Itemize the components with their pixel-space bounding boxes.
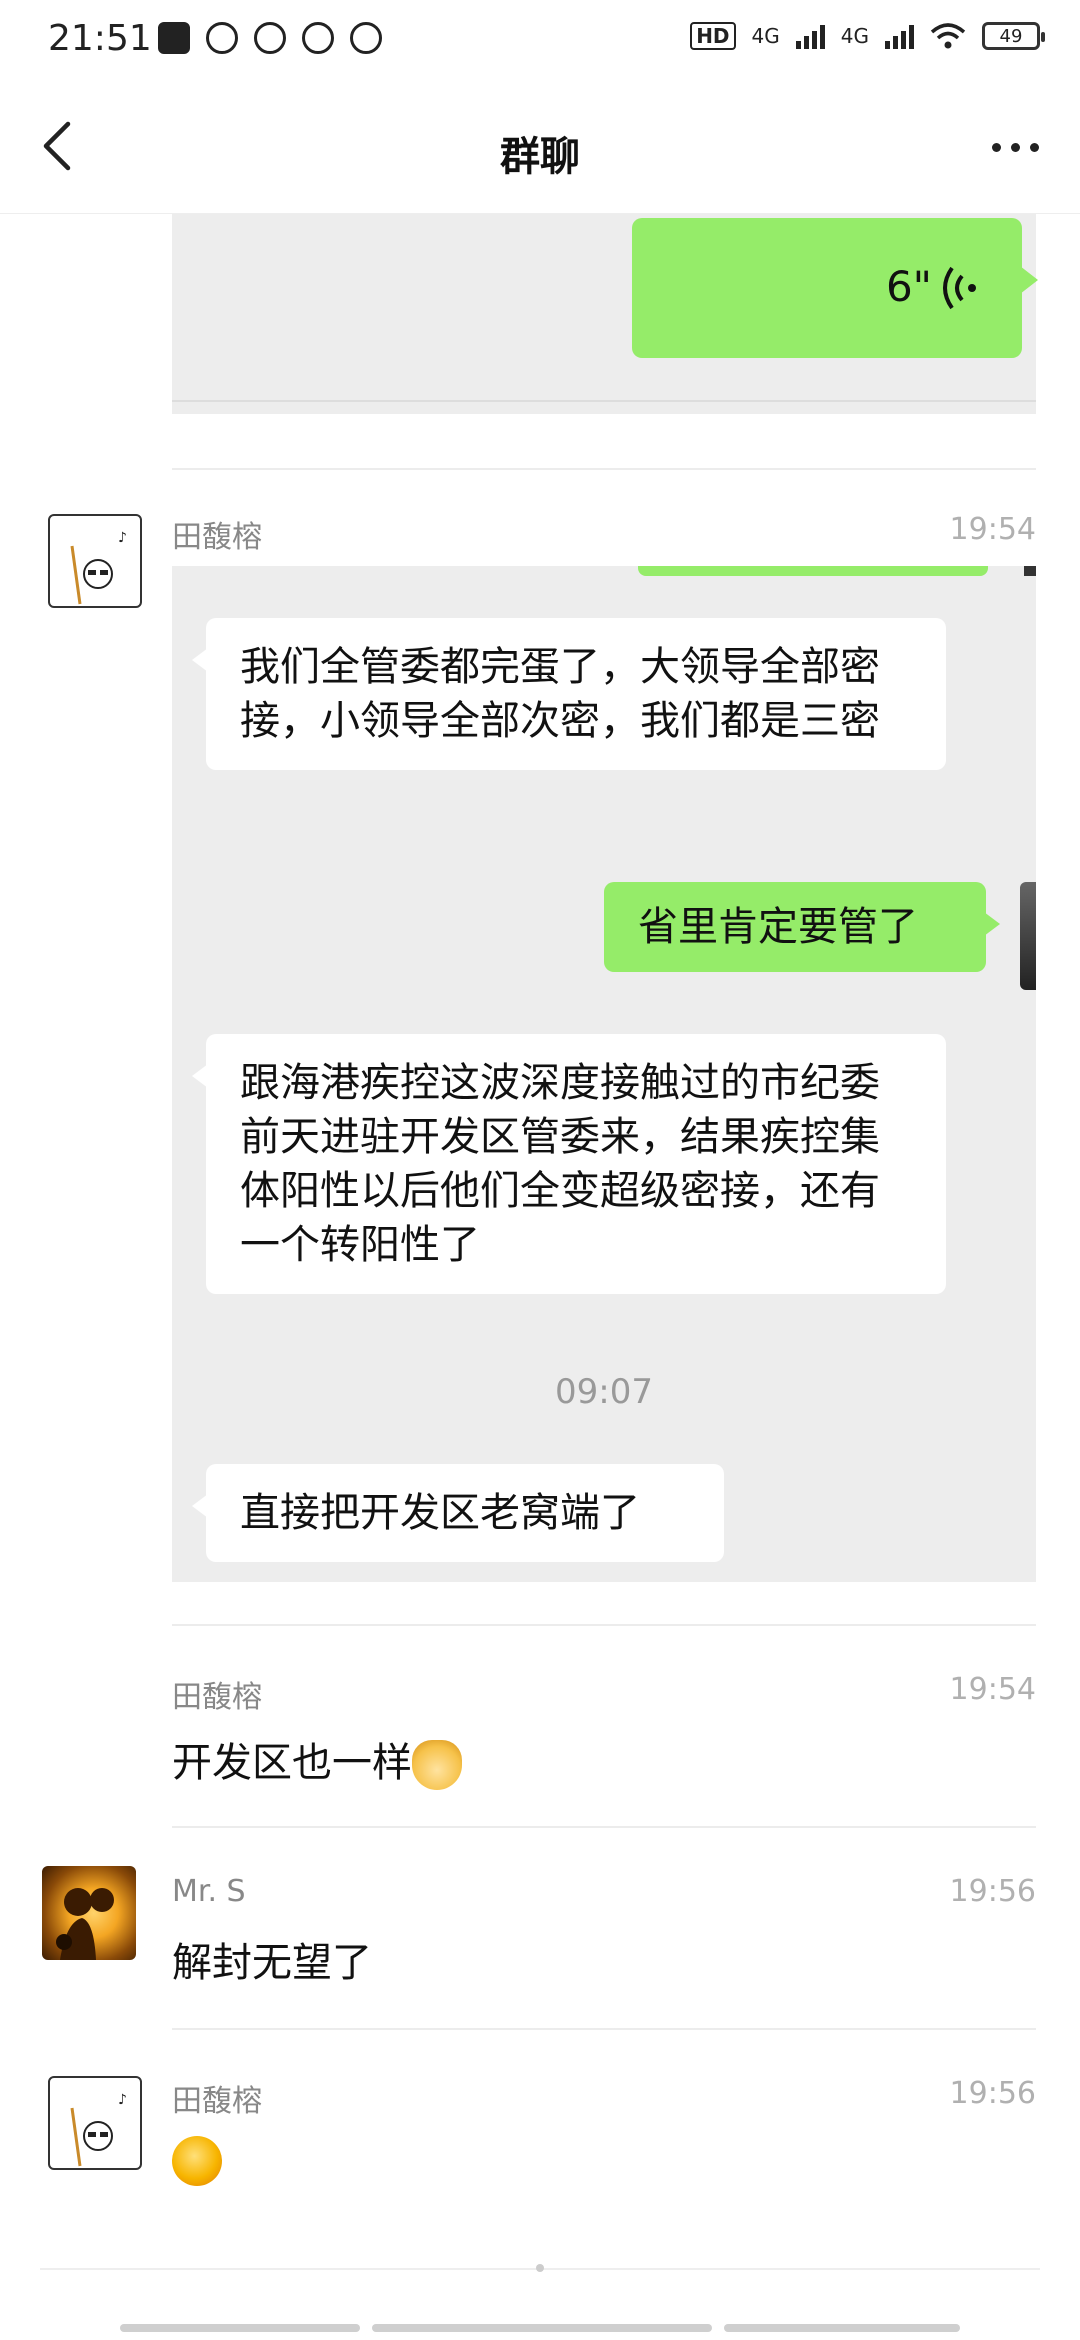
sender-name: 田馥榕 — [172, 2084, 262, 2119]
divider — [172, 1624, 1036, 1626]
divider — [172, 400, 1036, 402]
message-time: 19:54 — [949, 1672, 1036, 1707]
hd-icon: HD — [690, 22, 736, 50]
page-title: 群聊 — [500, 134, 580, 180]
status-indicators: HD 4G 4G 49 — [690, 22, 1045, 50]
page-indicator — [536, 2264, 544, 2272]
signal-icon — [795, 23, 825, 49]
wifi-icon — [930, 23, 966, 49]
nav-bar-segment — [120, 2324, 360, 2332]
message-text: 开发区也一样 — [172, 1730, 462, 1790]
sender-name: Mr. S — [172, 1874, 246, 1909]
chat-bubble-sent: 省里肯定要管了 — [604, 882, 1000, 972]
chat-bubble-received: 跟海港疾控这波深度接触过的市纪委前天进驻开发区管委来，结果疾控集体阳性以后他们全… — [192, 1034, 946, 1294]
status-bar: 21:51 HD 4G 4G 49 — [0, 0, 1080, 84]
message-emoji — [172, 2136, 222, 2186]
bird-app-icon — [254, 22, 286, 54]
divider — [172, 2028, 1036, 2030]
home-indicator[interactable] — [372, 2324, 712, 2332]
status-time: 21:51 — [48, 18, 152, 59]
message-text: 解封无望了 — [172, 1940, 372, 1986]
k-app-icon — [158, 22, 190, 54]
network-label-1: 4G — [751, 24, 780, 48]
time-divider: 09:07 — [555, 1372, 653, 1412]
more-icon[interactable] — [980, 132, 1050, 162]
app-notification-icon — [350, 22, 382, 54]
message-time: 19:54 — [949, 512, 1036, 547]
forwarded-screenshot-top: 6" — [172, 214, 1038, 414]
cat-emoji-icon — [412, 1740, 462, 1790]
chat-bubble-received: 直接把开发区老窝端了 — [192, 1464, 724, 1562]
sketch-avatar-icon: ♪ — [70, 2092, 127, 2167]
nav-bar-segment — [724, 2324, 960, 2332]
avatar[interactable] — [42, 1866, 136, 1960]
netease-icon — [302, 22, 334, 54]
forwarded-screenshot-card[interactable]: 我们全管委都完蛋了，大领导全部密接，小领导全部次密，我们都是三密 省里肯定要管了… — [172, 566, 1036, 1582]
sender-name: 田馥榕 — [172, 1680, 262, 1715]
voice-wave-icon — [943, 266, 976, 310]
svg-text:♪: ♪ — [118, 530, 127, 546]
partial-green-bubble — [638, 566, 988, 576]
sender-name: 田馥榕 — [172, 520, 262, 555]
avatar[interactable]: ♪ — [48, 2076, 142, 2170]
avatar[interactable]: ♪ — [48, 514, 142, 608]
qq-icon — [206, 22, 238, 54]
partial-avatar — [1024, 566, 1036, 576]
sketch-avatar-icon: ♪ — [70, 530, 127, 605]
blushing-face-emoji-icon — [172, 2136, 222, 2186]
chat-bubble-received: 我们全管委都完蛋了，大领导全部密接，小领导全部次密，我们都是三密 — [192, 618, 946, 770]
message-time: 19:56 — [949, 2076, 1036, 2111]
voice-message-bubble[interactable]: 6" — [632, 218, 1038, 358]
network-label-2: 4G — [840, 24, 869, 48]
message-time: 19:56 — [949, 1874, 1036, 1909]
notification-icons — [158, 22, 382, 54]
voice-duration: 6" — [885, 262, 932, 311]
message-text-content: 开发区也一样 — [172, 1740, 412, 1786]
signal-icon-2 — [885, 23, 914, 49]
partial-avatar — [1020, 882, 1036, 990]
divider — [172, 1826, 1036, 1828]
svg-text:♪: ♪ — [118, 2092, 127, 2108]
couple-silhouette-icon — [56, 1888, 114, 1960]
title-bar: 群聊 — [0, 84, 1080, 214]
battery-icon: 49 — [982, 22, 1045, 50]
divider — [172, 468, 1036, 470]
